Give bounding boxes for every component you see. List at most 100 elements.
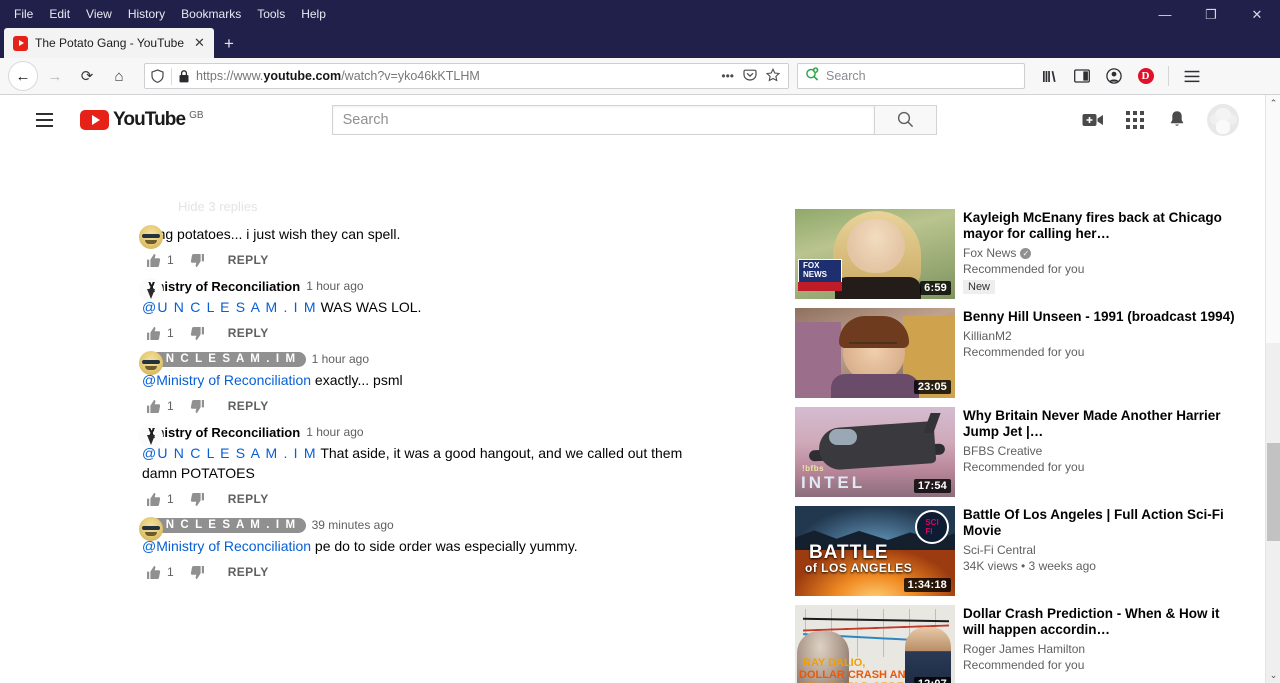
video-channel[interactable]: Fox News ✓ bbox=[963, 246, 1245, 260]
guide-hamburger-icon[interactable] bbox=[24, 100, 64, 140]
bookmark-star-icon[interactable] bbox=[765, 67, 781, 85]
browser-tab[interactable]: The Potato Gang - YouTube ✕ bbox=[4, 28, 214, 58]
comment-body: U N C L E S A M . I M 39 minutes ago @Mi… bbox=[140, 515, 790, 586]
close-icon: ✕ bbox=[1251, 6, 1263, 22]
thumbs-down-icon[interactable] bbox=[187, 561, 209, 583]
thumbs-down-icon[interactable] bbox=[187, 322, 209, 344]
video-title[interactable]: Kayleigh McEnany fires back at Chicago m… bbox=[963, 210, 1245, 242]
video-title[interactable]: Why Britain Never Made Another Harrier J… bbox=[963, 408, 1245, 440]
recommendation-item[interactable]: 23:05 Benny Hill Unseen - 1991 (broadcas… bbox=[795, 308, 1245, 398]
downloader-badge-icon[interactable]: D bbox=[1131, 62, 1160, 90]
comment-author[interactable]: Ministry of Reconciliation bbox=[142, 425, 300, 440]
comment-author[interactable]: U N C L E S A M . I M bbox=[142, 517, 306, 533]
thumbs-up-icon[interactable] bbox=[142, 561, 164, 583]
reply-button[interactable]: REPLY bbox=[228, 326, 269, 340]
thumbs-up-icon[interactable] bbox=[142, 488, 164, 510]
sidebar-icon[interactable] bbox=[1067, 62, 1096, 90]
library-icon[interactable] bbox=[1035, 62, 1064, 90]
youtube-search-button[interactable] bbox=[873, 104, 937, 135]
reply-button[interactable]: REPLY bbox=[228, 253, 269, 267]
recommendation-item[interactable]: !bfbs INTEL 17:54 Why Britain Never Made … bbox=[795, 407, 1245, 497]
url-action-icons: ••• bbox=[721, 67, 782, 85]
menu-tools[interactable]: Tools bbox=[249, 4, 293, 24]
thumbs-down-icon[interactable] bbox=[187, 249, 209, 271]
avatar[interactable] bbox=[139, 278, 163, 302]
menu-view[interactable]: View bbox=[78, 4, 120, 24]
pocket-icon[interactable] bbox=[743, 68, 757, 85]
close-window-button[interactable]: ✕ bbox=[1234, 0, 1280, 28]
menu-help[interactable]: Help bbox=[293, 4, 334, 24]
menu-file[interactable]: File bbox=[6, 4, 41, 24]
video-channel[interactable]: BFBS Creative bbox=[963, 444, 1245, 458]
reload-button[interactable]: ⟳ bbox=[72, 61, 102, 91]
reply-button[interactable]: REPLY bbox=[228, 492, 269, 506]
video-thumbnail[interactable]: RAY DALIO,DOLLAR CRASH ANNEW WORLD ORDE … bbox=[795, 605, 955, 683]
channel-name: KillianM2 bbox=[963, 329, 1012, 343]
menu-file-label: File bbox=[14, 7, 34, 21]
account-icon[interactable] bbox=[1099, 62, 1128, 90]
video-channel[interactable]: Roger James Hamilton bbox=[963, 642, 1245, 656]
comment-text-body: exactly... psml bbox=[311, 372, 403, 388]
comment-mention[interactable]: @U N C L E S A M . I M bbox=[142, 299, 317, 315]
video-thumbnail[interactable]: 6:59 bbox=[795, 209, 955, 299]
recommendation-item[interactable]: RAY DALIO,DOLLAR CRASH ANNEW WORLD ORDE … bbox=[795, 605, 1245, 683]
video-channel[interactable]: KillianM2 bbox=[963, 329, 1245, 343]
menu-bookmarks[interactable]: Bookmarks bbox=[173, 4, 249, 24]
home-button[interactable]: ⌂ bbox=[104, 61, 134, 91]
comment-mention[interactable]: @Ministry of Reconciliation bbox=[142, 372, 311, 388]
create-video-icon[interactable] bbox=[1081, 108, 1105, 132]
menu-history[interactable]: History bbox=[120, 4, 173, 24]
video-channel[interactable]: Sci-Fi Central bbox=[963, 543, 1245, 557]
thumbs-up-icon[interactable] bbox=[142, 322, 164, 344]
avatar[interactable] bbox=[139, 517, 163, 541]
tab-close-icon[interactable]: ✕ bbox=[191, 35, 208, 51]
lock-icon[interactable] bbox=[179, 69, 189, 83]
youtube-logo[interactable]: YouTube GB bbox=[80, 109, 204, 131]
video-title[interactable]: Battle Of Los Angeles | Full Action Sci-… bbox=[963, 507, 1245, 539]
apps-grid-icon[interactable] bbox=[1123, 108, 1147, 132]
notifications-bell-icon[interactable] bbox=[1165, 108, 1189, 132]
forward-button[interactable]: → bbox=[40, 61, 70, 91]
page-actions-icon[interactable]: ••• bbox=[721, 69, 734, 83]
youtube-search-input[interactable]: Search bbox=[331, 104, 874, 135]
video-meta: Why Britain Never Made Another Harrier J… bbox=[963, 407, 1245, 497]
reply-button[interactable]: REPLY bbox=[228, 399, 269, 413]
comment-mention[interactable]: @U N C L E S A M . I M bbox=[142, 445, 317, 461]
avatar[interactable] bbox=[139, 424, 163, 448]
menu-edit[interactable]: Edit bbox=[41, 4, 78, 24]
comment-mention[interactable]: @Ministry of Reconciliation bbox=[142, 538, 311, 554]
video-title[interactable]: Benny Hill Unseen - 1991 (broadcast 1994… bbox=[963, 309, 1245, 325]
video-title[interactable]: Dollar Crash Prediction - When & How it … bbox=[963, 606, 1245, 638]
recommendation-item[interactable]: 6:59 Kayleigh McEnany fires back at Chic… bbox=[795, 209, 1245, 299]
scrollbar-thumb[interactable] bbox=[1267, 443, 1280, 541]
avatar[interactable] bbox=[1207, 103, 1239, 136]
thumbs-up-icon[interactable] bbox=[142, 395, 164, 417]
comment-author[interactable]: Ministry of Reconciliation bbox=[142, 279, 300, 294]
recommendation-item[interactable]: BATTLE of LOS ANGELES SCI FI 1:34:18 Battl… bbox=[795, 506, 1245, 596]
comment-author[interactable]: U N C L E S A M . I M bbox=[142, 351, 306, 367]
new-tab-button[interactable]: + bbox=[214, 30, 244, 58]
reply-button[interactable]: REPLY bbox=[228, 565, 269, 579]
avatar[interactable] bbox=[139, 351, 163, 375]
thumbs-up-icon[interactable] bbox=[142, 249, 164, 271]
video-meta: Benny Hill Unseen - 1991 (broadcast 1994… bbox=[963, 308, 1245, 398]
video-thumbnail[interactable]: !bfbs INTEL 17:54 bbox=[795, 407, 955, 497]
thumbs-down-icon[interactable] bbox=[187, 488, 209, 510]
minimize-button[interactable]: — bbox=[1142, 0, 1188, 28]
browser-search-bar[interactable]: Search bbox=[797, 63, 1025, 89]
url-text: https://www.youtube.com/watch?v=yko46kKT… bbox=[196, 69, 714, 83]
youtube-favicon bbox=[13, 35, 28, 51]
scroll-up-arrow-icon[interactable]: ⌃ bbox=[1266, 95, 1280, 111]
page-scrollbar[interactable]: ⌃ ⌄ bbox=[1265, 95, 1280, 683]
scroll-down-arrow-icon[interactable]: ⌄ bbox=[1266, 667, 1280, 683]
hamburger-menu-icon[interactable] bbox=[1177, 62, 1206, 90]
video-thumbnail[interactable]: 23:05 bbox=[795, 308, 955, 398]
maximize-button[interactable]: ❐ bbox=[1188, 0, 1234, 28]
hide-replies-row[interactable]: Hide 3 replies bbox=[178, 199, 258, 214]
thumbs-down-icon[interactable] bbox=[187, 395, 209, 417]
avatar[interactable] bbox=[139, 225, 163, 249]
video-thumbnail[interactable]: BATTLE of LOS ANGELES SCI FI 1:34:18 bbox=[795, 506, 955, 596]
tracking-shield-icon[interactable] bbox=[151, 69, 164, 83]
back-button[interactable]: ← bbox=[8, 61, 38, 91]
url-bar[interactable]: https://www.youtube.com/watch?v=yko46kKT… bbox=[144, 63, 789, 89]
